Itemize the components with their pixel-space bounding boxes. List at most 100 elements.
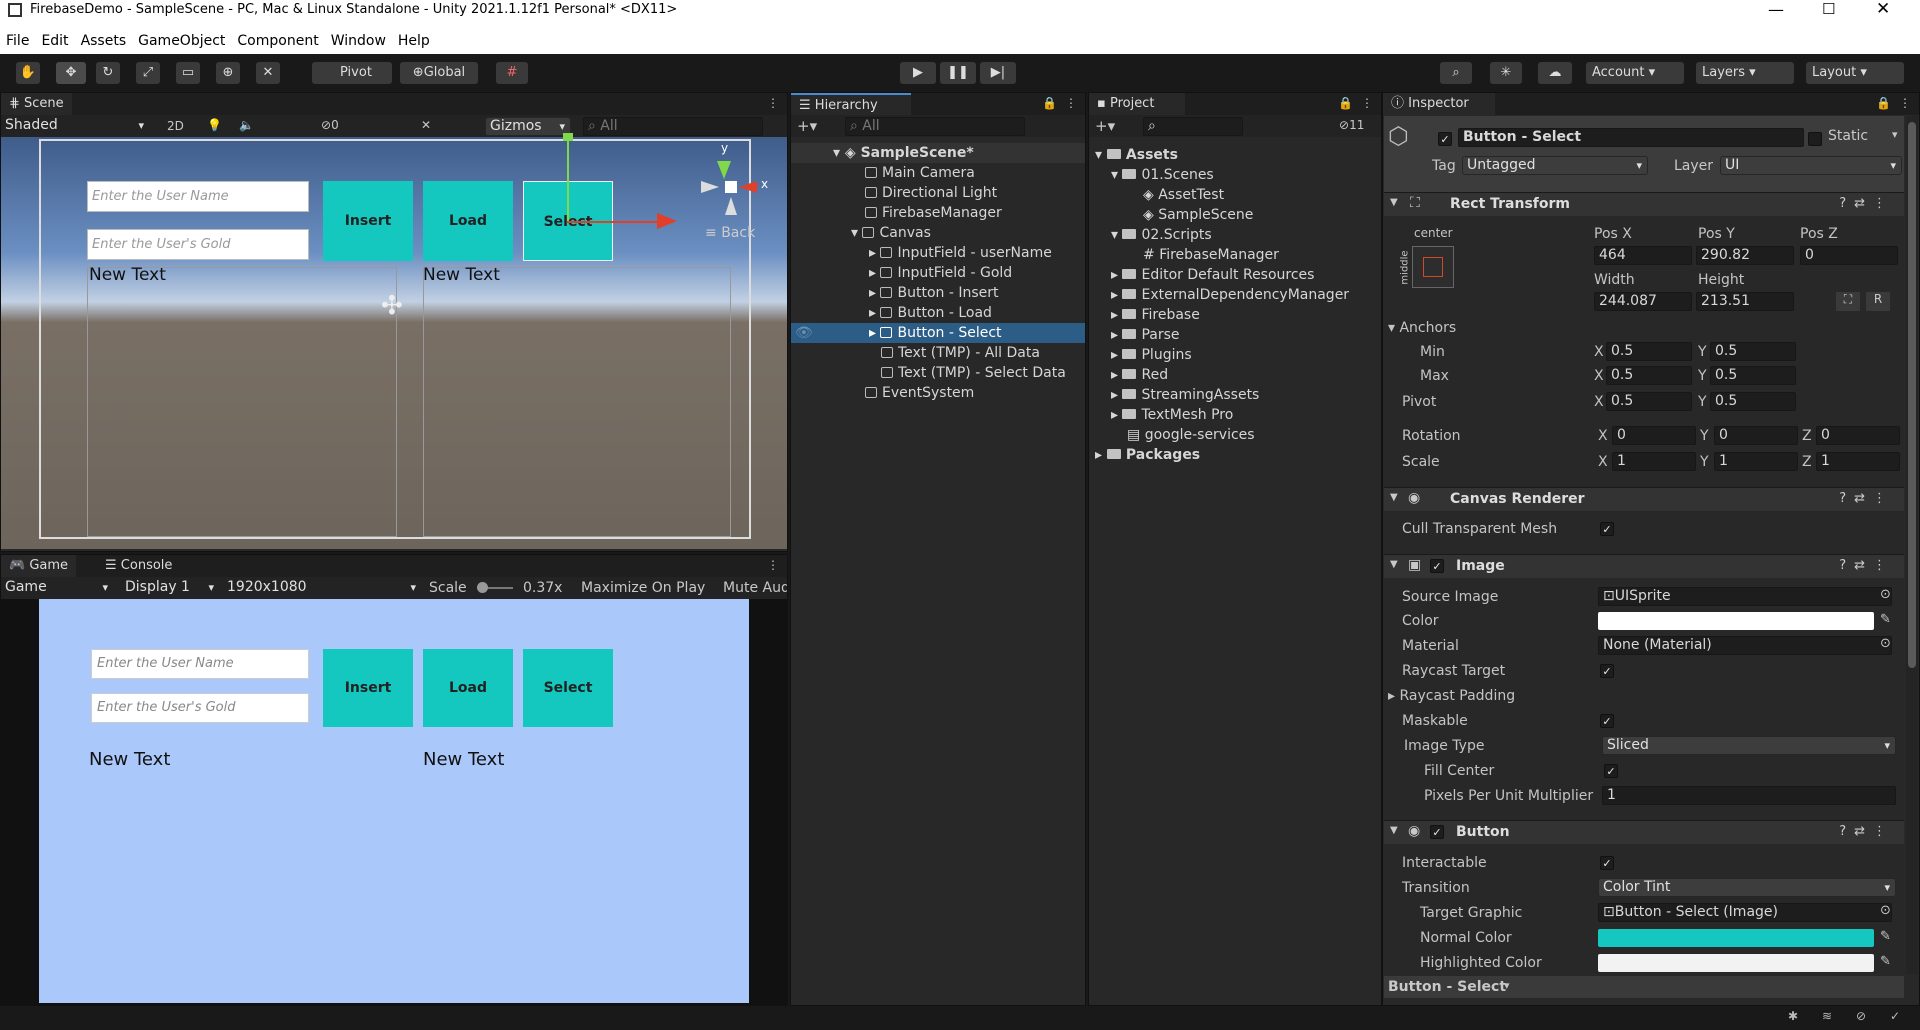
tree-item[interactable]: ▸ Button - Load bbox=[869, 303, 992, 323]
rect-transform-header[interactable]: ▼ ⛶ Rect Transform ?⇄⋮ bbox=[1384, 192, 1904, 216]
source-image-field[interactable]: ⊡UISprite bbox=[1598, 587, 1892, 606]
scale-slider-handle[interactable] bbox=[477, 582, 488, 593]
scene-gold-input[interactable]: Enter the User's Gold bbox=[87, 229, 309, 260]
collapse-icon[interactable]: ▼ bbox=[1390, 492, 1398, 503]
tab-inspector[interactable]: ⓘ Inspector bbox=[1383, 93, 1495, 115]
game-select-button[interactable]: Select bbox=[523, 649, 613, 727]
collapse-icon[interactable]: ▼ bbox=[1390, 197, 1398, 208]
scale-x-field[interactable]: 1 bbox=[1612, 452, 1696, 471]
tree-folder[interactable]: ▾ Assets bbox=[1095, 145, 1178, 165]
add-icon[interactable]: +▾ bbox=[797, 117, 817, 135]
anchor-max-x-field[interactable]: 0.5 bbox=[1606, 366, 1692, 385]
color-swatch[interactable] bbox=[1598, 612, 1874, 630]
scene-search-input[interactable]: ⌕ All bbox=[583, 117, 763, 136]
pivot-x-field[interactable]: 0.5 bbox=[1606, 392, 1692, 411]
posz-field[interactable]: 0 bbox=[1800, 246, 1898, 265]
close-icon[interactable]: ✕ bbox=[1876, 0, 1890, 19]
account-dropdown[interactable]: Account ▾ bbox=[1586, 62, 1684, 84]
check-icon[interactable]: ✓ bbox=[1890, 1009, 1900, 1023]
tree-folder[interactable]: ▸ Red bbox=[1111, 365, 1168, 385]
gizmo-x-arrow[interactable] bbox=[657, 213, 677, 229]
orientation-gizmo[interactable]: y x ≡ Back bbox=[691, 141, 771, 241]
tab-project[interactable]: ▪ Project bbox=[1089, 93, 1185, 115]
layers-icon[interactable]: ≋ bbox=[1822, 1009, 1832, 1023]
tree-item[interactable]: ▸ Button - Insert bbox=[869, 283, 999, 303]
button-enabled-checkbox[interactable]: ✓ bbox=[1430, 825, 1444, 839]
more-icon[interactable]: ⋮ bbox=[1899, 96, 1911, 110]
game-mode-dropdown[interactable]: Game bbox=[1, 579, 113, 598]
button-component-header[interactable]: ▼ ◉ ✓ Button ?⇄⋮ bbox=[1384, 820, 1904, 844]
tree-item[interactable]: Directional Light bbox=[865, 183, 997, 203]
scene-insert-button[interactable]: Insert bbox=[323, 181, 413, 261]
tag-dropdown[interactable]: Untagged bbox=[1462, 156, 1648, 175]
tree-item[interactable]: Text (TMP) - Select Data bbox=[881, 363, 1066, 383]
menu-window[interactable]: Window bbox=[331, 30, 386, 52]
more-icon[interactable]: ⋮ bbox=[1065, 96, 1077, 110]
transition-dropdown[interactable]: Color Tint bbox=[1598, 878, 1896, 897]
object-picker-icon[interactable]: ⊙ bbox=[1880, 903, 1891, 918]
raycast-target-checkbox[interactable]: ✓ bbox=[1600, 664, 1614, 678]
anchors-label[interactable]: ▾ Anchors bbox=[1388, 320, 1456, 336]
move-tool-icon[interactable]: ✥ bbox=[56, 62, 86, 84]
game-view[interactable]: Enter the User Name Enter the User's Gol… bbox=[39, 599, 749, 1003]
eyedropper-icon[interactable]: ✎ bbox=[1880, 929, 1891, 944]
object-picker-icon[interactable]: ⊙ bbox=[1880, 636, 1891, 651]
rotate-tool-icon[interactable]: ↻ bbox=[96, 62, 120, 84]
hidden-packages-icon[interactable]: ⊘11 bbox=[1339, 118, 1364, 132]
rotation-y-field[interactable]: 0 bbox=[1714, 426, 1798, 445]
resolution-dropdown[interactable]: 1920x1080 bbox=[223, 579, 421, 598]
tree-file[interactable]: ◈ SampleScene bbox=[1143, 205, 1253, 225]
debug-icon[interactable]: ✱ bbox=[1788, 1009, 1798, 1023]
canvas-renderer-header[interactable]: ▼ ◉ Canvas Renderer ?⇄⋮ bbox=[1384, 487, 1904, 511]
game-load-button[interactable]: Load bbox=[423, 649, 513, 727]
menu-help[interactable]: Help bbox=[398, 30, 430, 52]
normal-color-swatch[interactable] bbox=[1598, 929, 1874, 947]
tree-folder[interactable]: ▸ Parse bbox=[1111, 325, 1180, 345]
game-gold-input[interactable]: Enter the User's Gold bbox=[91, 693, 309, 723]
raycast-padding-foldout[interactable]: ▸ Raycast Padding bbox=[1388, 688, 1515, 704]
eyedropper-icon[interactable]: ✎ bbox=[1880, 954, 1891, 969]
scale-z-field[interactable]: 1 bbox=[1816, 452, 1900, 471]
layers-dropdown[interactable]: Layers ▾ bbox=[1696, 62, 1794, 84]
posy-field[interactable]: 290.82 bbox=[1696, 246, 1794, 265]
inspector-footer[interactable]: Button - Select ▾ bbox=[1384, 976, 1904, 998]
tree-item[interactable]: ▸ InputField - userName bbox=[869, 243, 1052, 263]
tree-folder[interactable]: ▸ TextMesh Pro bbox=[1111, 405, 1233, 425]
anchor-preset-button[interactable] bbox=[1412, 246, 1454, 288]
tree-folder[interactable]: ▸ Editor Default Resources bbox=[1111, 265, 1314, 285]
pivot-toggle[interactable]: Pivot bbox=[312, 62, 392, 84]
view-back-label[interactable]: ≡ Back bbox=[705, 225, 755, 241]
tab-scene[interactable]: ⋕ Scene bbox=[1, 93, 72, 115]
collapse-icon[interactable]: ▼ bbox=[1390, 825, 1398, 836]
mute-audio-toggle[interactable]: Mute Aud bbox=[723, 580, 787, 596]
gizmos-dropdown[interactable]: Gizmos bbox=[485, 117, 571, 136]
ppu-field[interactable]: 1 bbox=[1602, 786, 1896, 805]
collapse-icon[interactable]: ▼ bbox=[1390, 559, 1398, 570]
hidden-objects-icon[interactable]: ⊘0 bbox=[321, 118, 339, 132]
tree-item[interactable]: ▸ InputField - Gold bbox=[869, 263, 1012, 283]
rotation-x-field[interactable]: 0 bbox=[1612, 426, 1696, 445]
fill-center-checkbox[interactable]: ✓ bbox=[1604, 764, 1618, 778]
layout-dropdown[interactable]: Layout ▾ bbox=[1806, 62, 1904, 84]
menu-edit[interactable]: Edit bbox=[41, 30, 68, 52]
display-dropdown[interactable]: Display 1 bbox=[121, 579, 219, 598]
menu-assets[interactable]: Assets bbox=[81, 30, 127, 52]
tree-item[interactable]: ▾ Canvas bbox=[851, 223, 931, 243]
tree-item[interactable]: Main Camera bbox=[865, 163, 975, 183]
width-field[interactable]: 244.087 bbox=[1594, 292, 1692, 311]
tab-console[interactable]: ☰ Console bbox=[97, 555, 181, 577]
pivot-y-field[interactable]: 0.5 bbox=[1710, 392, 1796, 411]
cull-mesh-checkbox[interactable]: ✓ bbox=[1600, 522, 1614, 536]
add-icon[interactable]: +▾ bbox=[1095, 117, 1115, 135]
audio-icon[interactable]: 🔈 bbox=[239, 118, 254, 132]
game-user-input[interactable]: Enter the User Name bbox=[91, 649, 309, 679]
tree-folder[interactable]: ▾ 01.Scenes bbox=[1111, 165, 1214, 185]
2d-toggle[interactable]: 2D bbox=[167, 119, 184, 133]
collab-icon[interactable]: ✳ bbox=[1490, 62, 1522, 84]
more-icon[interactable]: ⋮ bbox=[1361, 96, 1373, 110]
transform-tool-icon[interactable]: ⊕ bbox=[216, 62, 240, 84]
pivot-handle-icon[interactable]: ✣ bbox=[381, 291, 403, 321]
component-menu-icons[interactable]: ?⇄⋮ bbox=[1839, 196, 1894, 211]
anchor-min-y-field[interactable]: 0.5 bbox=[1710, 342, 1796, 361]
object-picker-icon[interactable]: ⊙ bbox=[1880, 587, 1891, 602]
